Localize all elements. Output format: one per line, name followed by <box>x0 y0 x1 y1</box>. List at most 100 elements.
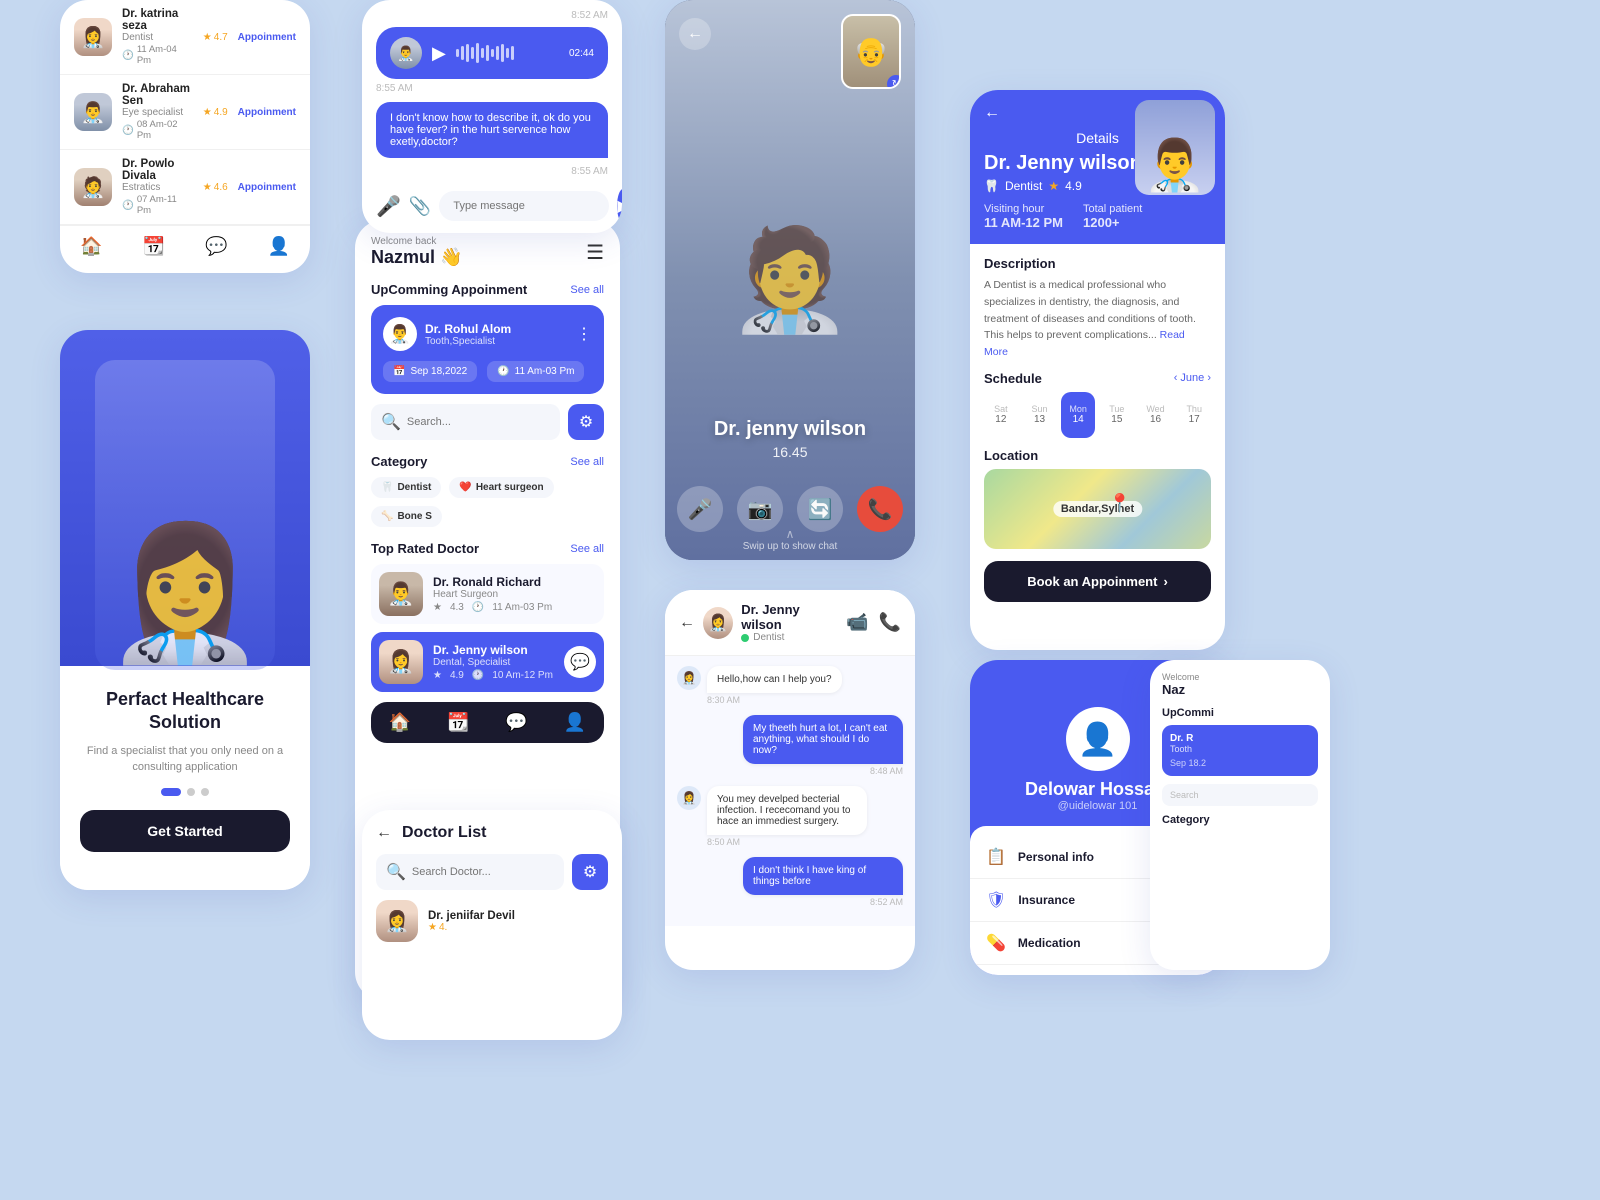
home-nav-home-icon[interactable]: 🏠 <box>389 712 411 733</box>
nav-calendar-icon[interactable]: 📆 <box>143 236 165 257</box>
home-nav-chat-icon[interactable]: 💬 <box>505 712 527 733</box>
search-input[interactable] <box>407 416 550 428</box>
bg-welcome-text: Welcome <box>1162 672 1318 682</box>
category-see-all-link[interactable]: See all <box>570 456 604 468</box>
date-chip-5[interactable]: Thu 17 <box>1177 392 1211 438</box>
online-dot <box>741 634 749 642</box>
arrow-right-icon: › <box>1163 574 1167 589</box>
book-appointment-button[interactable]: Book an Appoinment › <box>984 561 1211 602</box>
video-toggle-button[interactable]: 📷 <box>737 486 783 532</box>
nav-chat-icon[interactable]: 💬 <box>205 236 227 257</box>
video-back-button[interactable]: ← <box>679 18 711 50</box>
details-rating: 4.9 <box>1065 179 1082 193</box>
message-input-row: 🎤 📎 ▶ <box>376 189 608 223</box>
insurance-icon: 🛡 <box>986 890 1006 910</box>
waveform <box>456 42 559 64</box>
refresh-badge[interactable]: ↻ <box>887 75 901 89</box>
avatar-2: 🧑‍⚕️ <box>74 168 112 206</box>
splash-text-area: Perfact Healthcare Solution Find a speci… <box>60 670 310 890</box>
appoint-btn-1[interactable]: Appoinment <box>238 107 296 118</box>
search-input-wrap[interactable]: 🔍 <box>371 404 560 440</box>
clock-icon-top-1: 🕐 <box>472 670 484 681</box>
date-chip-3[interactable]: Tue 15 <box>1100 392 1134 438</box>
bg-upcoming-label: UpCommi <box>1162 707 1318 719</box>
appoint-btn-2[interactable]: Appoinment <box>238 182 296 193</box>
doctor-spec-2: Estratics <box>122 182 193 193</box>
location-map[interactable]: Bandar,Sylhet 📍 <box>984 469 1211 549</box>
audio-player[interactable]: 👨‍⚕️ ▶ 02:44 <box>376 27 608 79</box>
chat-bubble-0: Hello,how can I help you? <box>707 666 842 693</box>
top-doc-name-0: Dr. Ronald Richard <box>433 575 552 589</box>
attach-button[interactable]: 📎 <box>409 196 431 217</box>
top-doc-avatar-0: 👨‍⚕️ <box>379 572 423 616</box>
chat-card: ← 👩‍⚕️ Dr. Jenny wilson Dentist 📹 📞 👩‍⚕️… <box>665 590 915 970</box>
doctor-time-2: 🕐 07 Am-11 Pm <box>122 194 193 216</box>
appt-details-row: 📅 Sep 18,2022 🕐 11 Am-03 Pm <box>383 361 592 382</box>
chip-bone[interactable]: 🦴 Bone S <box>371 506 442 527</box>
dl-doc-row-0: 👩‍⚕️ Dr. jeniifar Devil ★ 4. <box>376 900 608 942</box>
profile-avatar: 👤 <box>1066 707 1130 771</box>
nav-profile-icon[interactable]: 👤 <box>268 236 290 257</box>
chat-doc-info: Dr. Jenny wilson Dentist <box>741 602 838 643</box>
total-patient-stat: Total patient 1200+ <box>1083 203 1142 230</box>
dl-doc-info-0: Dr. jeniifar Devil ★ 4. <box>428 910 515 933</box>
camera-flip-button[interactable]: 🔄 <box>797 486 843 532</box>
date-chip-2-active[interactable]: Mon 14 <box>1061 392 1095 438</box>
chat-back-button[interactable]: ← <box>679 614 695 632</box>
send-button[interactable]: ▶ <box>617 189 622 223</box>
wbar-3 <box>466 44 469 62</box>
doctor-time-1: 🕐 08 Am-02 Pm <box>122 119 193 141</box>
audio-avatar: 👨‍⚕️ <box>390 37 422 69</box>
details-back-button[interactable]: ← <box>984 104 1000 122</box>
hamburger-menu-icon[interactable]: ☰ <box>586 240 604 265</box>
doctor-filter-button[interactable]: ⚙ <box>572 854 608 890</box>
chat-bubble-2: You mey develped becterial infection. I … <box>707 786 867 835</box>
message-input[interactable] <box>439 191 609 221</box>
get-started-button[interactable]: Get Started <box>80 810 290 852</box>
play-button[interactable]: ▶ <box>432 43 446 64</box>
top-rated-see-all[interactable]: See all <box>570 543 604 555</box>
filter-button[interactable]: ⚙ <box>568 404 604 440</box>
end-call-button[interactable]: 📞 <box>857 486 903 532</box>
top-doc-info-0: Dr. Ronald Richard Heart Surgeon ★4.3 🕐1… <box>433 575 552 613</box>
top-doc-meta-1: ★4.9 🕐10 Am-12 Pm <box>433 670 553 681</box>
swipe-arrow-icon: ∧ <box>665 527 915 541</box>
details-stats: Visiting hour 11 AM-12 PM Total patient … <box>984 203 1211 230</box>
voice-call-icon[interactable]: 📞 <box>879 612 901 633</box>
video-call-icon[interactable]: 📹 <box>846 612 868 633</box>
category-section-title: Category <box>371 454 427 469</box>
rating-1: ★ 4.9 <box>203 107 228 118</box>
chat-time-1: 8:48 AM <box>743 766 903 776</box>
date-chip-0[interactable]: Sat 12 <box>984 392 1018 438</box>
chip-dentist[interactable]: 🦷 Dentist <box>371 477 441 498</box>
chat-bubble-sent-1: My theeth hurt a lot, I can't eat anythi… <box>743 715 903 764</box>
mic-button[interactable]: 🎤 <box>376 194 401 219</box>
date-chip-1[interactable]: Sun 13 <box>1023 392 1057 438</box>
top-doc-card-0: 👨‍⚕️ Dr. Ronald Richard Heart Surgeon ★4… <box>371 564 604 624</box>
schedule-month-nav[interactable]: ‹ June › <box>1174 372 1211 384</box>
doctor-row-2: 🧑‍⚕️ Dr. Powlo Divala Estratics 🕐 07 Am-… <box>60 150 310 225</box>
doctor-list-back-button[interactable]: ← <box>376 824 392 842</box>
appt-options-icon[interactable]: ⋮ <box>576 324 592 344</box>
doctor-info-2: Dr. Powlo Divala Estratics 🕐 07 Am-11 Pm <box>122 158 193 216</box>
upcoming-see-all-link[interactable]: See all <box>570 284 604 296</box>
star-icon-0: ★ <box>433 602 442 613</box>
appoint-btn-0[interactable]: Appoinment <box>238 32 296 43</box>
home-nav-profile-icon[interactable]: 👤 <box>564 712 586 733</box>
doctor-list-header: ← Doctor List <box>376 824 608 842</box>
doctor-spec-0: Dentist <box>122 32 193 43</box>
doctor-search-wrap[interactable]: 🔍 <box>376 854 564 890</box>
details-doctor-image: 👨‍⚕️ <box>1135 100 1215 195</box>
doctor-search-input[interactable] <box>412 866 554 878</box>
nav-home-icon[interactable]: 🏠 <box>80 236 102 257</box>
chat-msg-1: My theeth hurt a lot, I can't eat anythi… <box>677 715 903 776</box>
chat-bubble-icon[interactable]: 💬 <box>564 646 596 678</box>
details-body: Description A Dentist is a medical profe… <box>970 244 1225 614</box>
chat-doctor-name: Dr. Jenny wilson <box>741 602 838 632</box>
home-nav-calendar-icon[interactable]: 📆 <box>447 712 469 733</box>
welcome-name: Nazmul 👋 <box>371 247 462 268</box>
mute-button[interactable]: 🎤 <box>677 486 723 532</box>
doctor-info-0: Dr. katrina seza Dentist 🕐 11 Am-04 Pm <box>122 8 193 66</box>
date-chip-4[interactable]: Wed 16 <box>1139 392 1173 438</box>
chip-heart-surgeon[interactable]: ❤️ Heart surgeon <box>449 477 553 498</box>
